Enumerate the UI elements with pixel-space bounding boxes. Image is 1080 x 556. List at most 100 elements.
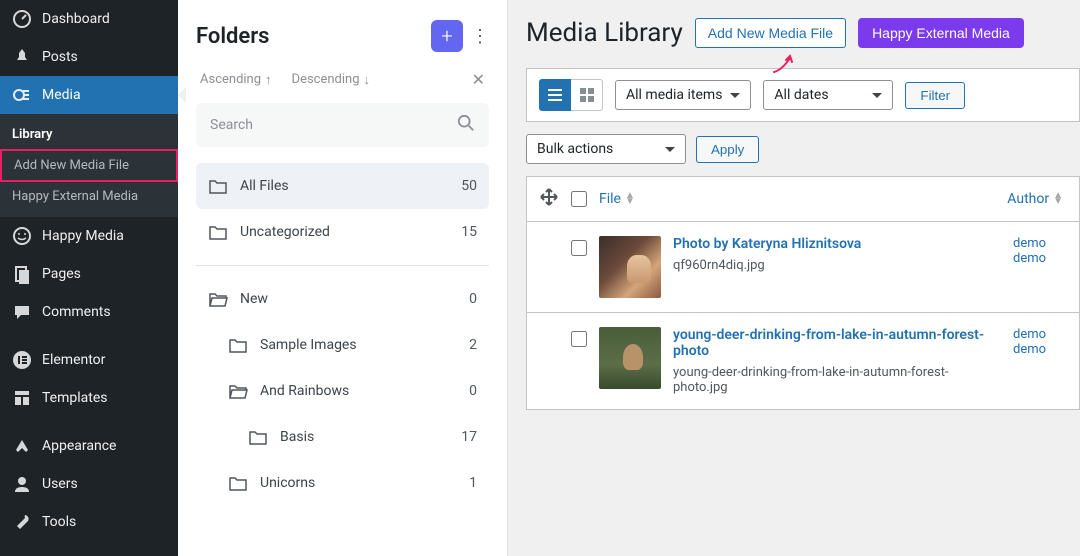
folder-and-rainbows[interactable]: And Rainbows 0 (196, 368, 489, 414)
add-new-button[interactable]: Add New Media File (695, 18, 846, 48)
folder-count: 1 (469, 475, 477, 491)
main-content: Media Library Add New Media File Happy E… (508, 0, 1080, 556)
menu-pages[interactable]: Pages (0, 255, 178, 293)
content-header: Media Library Add New Media File Happy E… (526, 18, 1080, 48)
folder-open-icon (208, 289, 228, 309)
folder-name: Sample Images (260, 337, 457, 353)
media-thumbnail[interactable] (599, 236, 661, 298)
appearance-icon (12, 436, 32, 456)
menu-comments[interactable]: Comments (0, 293, 178, 331)
folder-all-files[interactable]: All Files 50 (196, 163, 489, 209)
submenu-external[interactable]: Happy External Media (0, 182, 178, 211)
filter-button[interactable]: Filter (905, 82, 965, 109)
menu-label: Comments (42, 304, 111, 320)
templates-icon (12, 388, 32, 408)
folder-icon (248, 427, 268, 447)
folder-count: 50 (461, 178, 477, 194)
row-checkbox[interactable] (571, 331, 587, 347)
folder-name: And Rainbows (260, 383, 457, 399)
menu-elementor[interactable]: Elementor (0, 341, 178, 379)
list-view-toggle[interactable] (539, 79, 571, 111)
author-link[interactable]: demo (1013, 327, 1067, 342)
arrow-up-icon: ↑ (265, 72, 272, 88)
dashboard-icon (12, 9, 32, 29)
folder-uncategorized[interactable]: Uncategorized 15 (196, 209, 489, 255)
folders-header: Folders + ⋮ (196, 20, 489, 52)
select-all-checkbox[interactable] (571, 191, 587, 207)
dates-select[interactable]: All dates (763, 80, 893, 110)
move-handle-icon[interactable] (539, 187, 559, 211)
submenu-library[interactable]: Library (0, 120, 178, 149)
author-col: demo demo (1013, 327, 1067, 395)
sort-descending[interactable]: Descending ↓ (292, 72, 370, 88)
menu-users[interactable]: Users (0, 465, 178, 503)
grid-view-toggle[interactable] (571, 79, 603, 111)
pages-icon (12, 264, 32, 284)
view-toggles (539, 79, 603, 111)
media-filename: young-deer-drinking-from-lake-in-autumn-… (673, 365, 1001, 395)
add-folder-button[interactable]: + (431, 20, 463, 52)
table-header: File ▲▼ Author ▲▼ (526, 176, 1080, 222)
page-title: Media Library (526, 18, 683, 48)
folder-basis[interactable]: Basis 17 (196, 414, 489, 460)
media-row: young-deer-drinking-from-lake-in-autumn-… (526, 313, 1080, 410)
menu-dashboard[interactable]: Dashboard (0, 0, 178, 38)
tools-icon (12, 512, 32, 532)
filter-bar: All media items All dates Filter (526, 68, 1080, 122)
folder-name: All Files (240, 178, 449, 194)
sort-row: Ascending ↑ Descending ↓ ✕ (196, 64, 489, 103)
media-title[interactable]: young-deer-drinking-from-lake-in-autumn-… (673, 327, 1001, 359)
folder-unicorns[interactable]: Unicorns 1 (196, 460, 489, 506)
folders-panel: Folders + ⋮ Ascending ↑ Descending ↓ ✕ S… (178, 0, 508, 556)
author-link[interactable]: demo (1013, 251, 1067, 266)
folder-name: New (240, 291, 457, 307)
col-author-header[interactable]: Author ▲▼ (1007, 191, 1063, 207)
folder-name: Basis (280, 429, 449, 445)
search-icon (457, 114, 475, 136)
comments-icon (12, 302, 32, 322)
menu-label: Happy Media (42, 228, 124, 244)
folder-icon (228, 335, 248, 355)
bulk-actions-select[interactable]: Bulk actions (526, 134, 686, 164)
divider (196, 265, 489, 266)
folder-sample-images[interactable]: Sample Images 2 (196, 322, 489, 368)
menu-tools[interactable]: Tools (0, 503, 178, 541)
elementor-icon (12, 350, 32, 370)
apply-button[interactable]: Apply (696, 136, 759, 163)
folder-name: Unicorns (260, 475, 457, 491)
users-icon (12, 474, 32, 494)
sort-ascending[interactable]: Ascending ↑ (200, 72, 272, 88)
more-icon[interactable]: ⋮ (471, 26, 489, 47)
author-link[interactable]: demo (1013, 342, 1067, 357)
folder-count: 15 (461, 224, 477, 240)
admin-sidebar: Dashboard Posts Media Library Add New Me… (0, 0, 178, 556)
row-checkbox[interactable] (571, 240, 587, 256)
menu-posts[interactable]: Posts (0, 38, 178, 76)
media-info: Photo by Kateryna Hliznitsova qf960rn4di… (673, 236, 1001, 298)
folder-count: 0 (469, 291, 477, 307)
menu-media[interactable]: Media (0, 76, 178, 114)
media-submenu: Library Add New Media File Happy Externa… (0, 114, 178, 217)
folders-title: Folders (196, 24, 270, 49)
menu-happy-media[interactable]: Happy Media (0, 217, 178, 255)
menu-label: Media (42, 87, 81, 103)
search-input[interactable]: Search (196, 103, 489, 147)
folder-count: 2 (469, 337, 477, 353)
external-media-button[interactable]: Happy External Media (858, 18, 1024, 48)
menu-templates[interactable]: Templates (0, 379, 178, 417)
table-actions: Bulk actions Apply (526, 122, 1080, 176)
media-title[interactable]: Photo by Kateryna Hliznitsova (673, 236, 1001, 252)
close-icon[interactable]: ✕ (472, 70, 485, 89)
author-link[interactable]: demo (1013, 236, 1067, 251)
folder-count: 0 (469, 383, 477, 399)
menu-label: Users (42, 476, 78, 492)
submenu-add-new[interactable]: Add New Media File (0, 149, 178, 182)
col-file-header[interactable]: File ▲▼ (599, 191, 995, 207)
folder-new[interactable]: New 0 (196, 276, 489, 322)
media-type-select[interactable]: All media items (615, 80, 751, 110)
media-thumbnail[interactable] (599, 327, 661, 389)
menu-appearance[interactable]: Appearance (0, 427, 178, 465)
annotation-arrow-icon (770, 52, 800, 76)
menu-label: Elementor (42, 352, 105, 368)
media-filename: qf960rn4diq.jpg (673, 258, 1001, 273)
